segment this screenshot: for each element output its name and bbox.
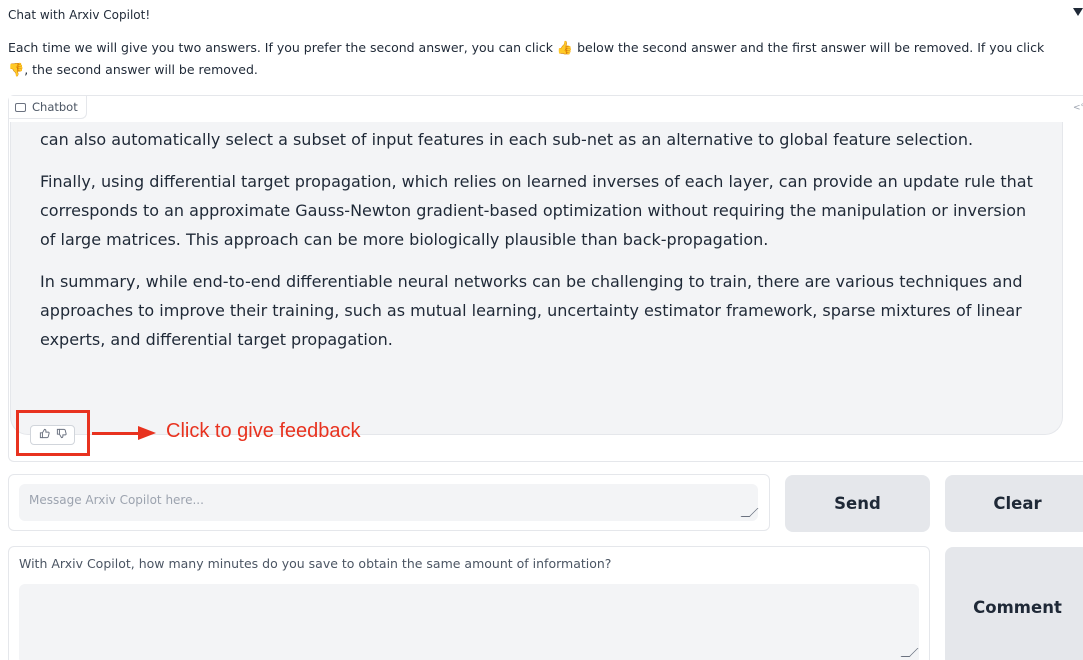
- intro-text-part1: Each time we will give you two answers. …: [8, 40, 557, 55]
- share-icon[interactable]: <°: [1073, 103, 1083, 113]
- thumbs-down-emoji: 👎: [8, 63, 25, 78]
- chat-bubble-icon: [15, 102, 26, 112]
- clear-button[interactable]: Clear: [945, 475, 1083, 532]
- intro-text: Each time we will give you two answers. …: [8, 37, 1068, 81]
- intro-text-part2: below the second answer and the first an…: [573, 40, 1045, 55]
- chatbot-label-text: Chatbot: [32, 100, 78, 114]
- annotation-arrow-head: [138, 426, 156, 440]
- chatbot-label: Chatbot: [9, 96, 87, 119]
- comment-button[interactable]: Comment: [945, 547, 1083, 660]
- annotation-text: Click to give feedback: [166, 420, 361, 442]
- thumbs-up-emoji: 👍: [556, 41, 574, 56]
- message-paragraph: can also automatically select a subset o…: [40, 130, 974, 149]
- message-input[interactable]: [19, 484, 758, 521]
- bot-message: can also automatically select a subset o…: [10, 122, 1063, 435]
- intro-text-part3: , the second answer will be removed.: [24, 62, 258, 77]
- annotation-arrow: [92, 432, 140, 435]
- message-paragraph: Finally, using differential target propa…: [40, 172, 1033, 249]
- page-title: Chat with Arxiv Copilot!: [8, 8, 151, 22]
- collapse-caret-icon[interactable]: [1073, 8, 1083, 16]
- feedback-highlight-box: [16, 410, 90, 456]
- survey-label: With Arxiv Copilot, how many minutes do …: [19, 556, 612, 571]
- survey-input[interactable]: [19, 584, 919, 660]
- send-button[interactable]: Send: [785, 475, 930, 532]
- page: Chat with Arxiv Copilot! Each time we wi…: [0, 0, 1083, 660]
- message-paragraph: In summary, while end-to-end differentia…: [40, 272, 1023, 349]
